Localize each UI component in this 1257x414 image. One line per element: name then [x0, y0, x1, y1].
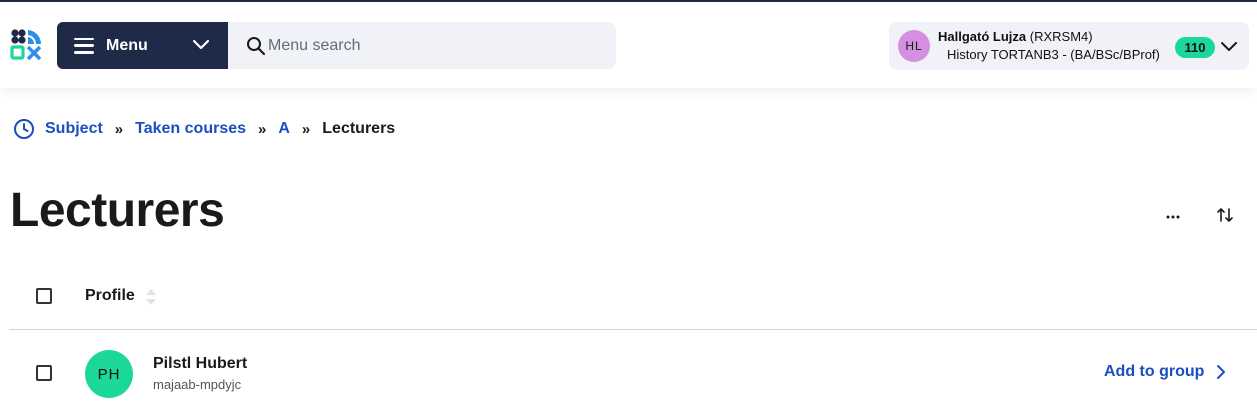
notification-badge: 110 [1175, 37, 1215, 58]
add-to-group-label: Add to group [1104, 363, 1205, 380]
page-title: Lecturers [10, 184, 225, 237]
clock-icon [14, 119, 34, 139]
user-name-line: Hallgató Lujza (RXRSM4) [938, 29, 1093, 44]
more-options-icon[interactable] [1163, 203, 1183, 223]
breadcrumb-taken-courses[interactable]: Taken courses [135, 120, 246, 138]
column-header-profile[interactable]: Profile [85, 287, 135, 305]
lecturer-avatar: PH [85, 350, 133, 398]
search-icon [247, 36, 266, 55]
user-code: (RXRSM4) [1029, 29, 1093, 44]
row-checkbox[interactable] [36, 365, 52, 381]
search-input[interactable] [268, 36, 588, 55]
breadcrumb-course[interactable]: A [278, 120, 290, 138]
chevron-right-icon [1217, 365, 1226, 379]
lecturer-code: majaab-mpdyjc [153, 377, 242, 392]
user-profile-switcher[interactable]: HL Hallgató Lujza (RXRSM4) History TORTA… [889, 22, 1249, 70]
add-to-group-button[interactable]: Add to group [1104, 363, 1226, 381]
user-program: History TORTANB3 - (BA/BSc/BProf) [947, 47, 1160, 62]
chevron-down-icon [192, 39, 210, 50]
user-name: Hallgató Lujza [938, 29, 1027, 44]
app-logo-icon[interactable] [10, 28, 42, 62]
menu-button-label: Menu [106, 36, 148, 54]
table-divider [9, 329, 1257, 330]
breadcrumb-separator: » [114, 120, 124, 138]
breadcrumb-separator: » [301, 120, 311, 138]
chevron-down-icon [1221, 42, 1237, 51]
lecturer-name: Pilstl Hubert [153, 355, 248, 372]
breadcrumb-separator: » [258, 120, 267, 138]
hamburger-icon [74, 37, 94, 54]
breadcrumb: Subject » Taken courses » A » Lecturers [13, 118, 395, 140]
user-avatar: HL [898, 30, 930, 62]
breadcrumb-current: Lecturers [322, 120, 396, 137]
sort-indicator-icon[interactable] [144, 287, 158, 307]
menu-search [228, 22, 616, 69]
select-all-checkbox[interactable] [36, 288, 52, 304]
menu-button[interactable]: Menu [57, 22, 228, 69]
sort-icon[interactable] [1215, 205, 1235, 225]
breadcrumb-subject[interactable]: Subject [45, 120, 103, 138]
app-header: Menu HL Hallgató Lujza (RXRSM4) History … [0, 2, 1257, 88]
